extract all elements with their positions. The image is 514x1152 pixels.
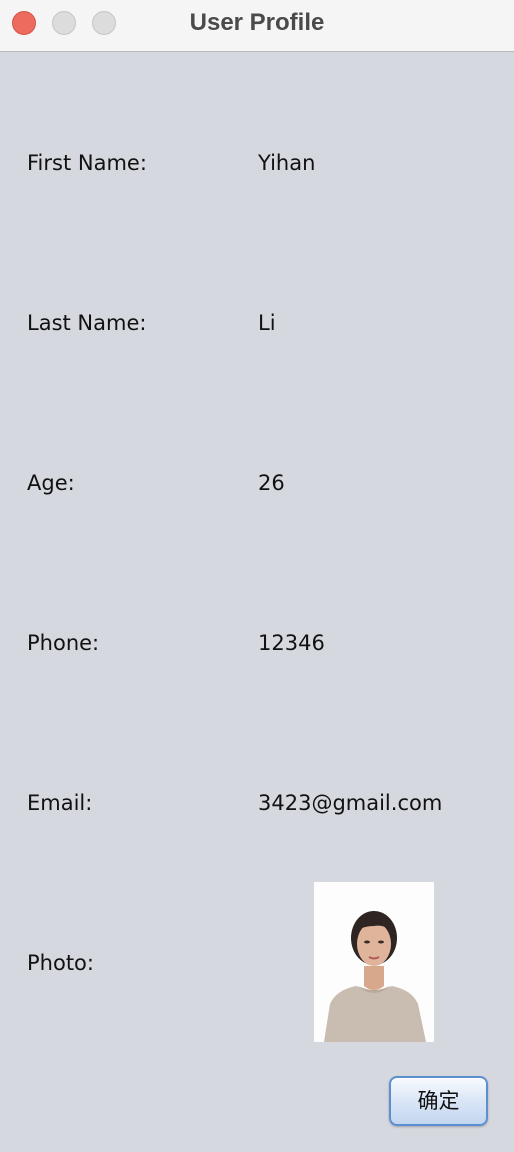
window-title: User Profile (189, 9, 325, 36)
photo-label: Photo: (27, 951, 94, 975)
ok-button[interactable]: 确定 (389, 1076, 488, 1126)
age-value: 26 (258, 471, 285, 495)
profile-panel: First Name: Yihan Last Name: Li Age: 26 … (0, 53, 514, 1152)
profile-photo (314, 882, 434, 1042)
last-name-value: Li (258, 311, 276, 335)
first-name-value: Yihan (258, 151, 316, 175)
age-label: Age: (27, 471, 75, 495)
person-portrait-icon (314, 882, 434, 1042)
email-value: 3423@gmail.com (258, 791, 443, 815)
first-name-label: First Name: (27, 151, 147, 175)
phone-value: 12346 (258, 631, 325, 655)
last-name-label: Last Name: (27, 311, 147, 335)
title-bar: User Profile (0, 0, 514, 52)
email-label: Email: (27, 791, 93, 815)
phone-label: Phone: (27, 631, 100, 655)
